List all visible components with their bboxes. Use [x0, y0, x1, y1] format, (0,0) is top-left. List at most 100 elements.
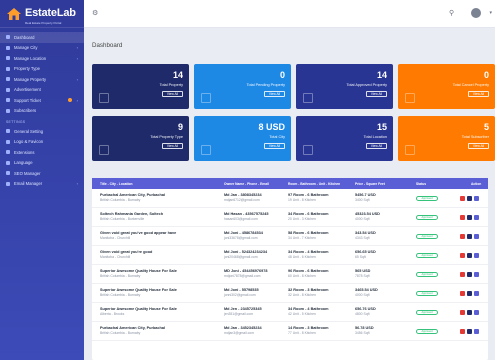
sidebar-item-label: Dashboard	[14, 34, 35, 40]
chevron-down-icon[interactable]: ▾	[489, 10, 492, 16]
sidebar-item-property-type[interactable]: Property Type	[0, 64, 84, 75]
chevron-right-icon: ›	[76, 181, 78, 187]
card-building-icon	[303, 93, 313, 103]
email-icon	[6, 181, 10, 186]
sidebar: EstateLab Real Estate Property Portal Da…	[0, 0, 84, 360]
sidebar-item-email-manager[interactable]: Email Manager ›	[0, 179, 84, 190]
owner-email: mdjan3@gmail.com	[224, 331, 255, 335]
delete-icon[interactable]	[460, 253, 465, 258]
stat-card: 15 Total Location View All	[296, 116, 393, 161]
brand[interactable]: EstateLab Real Estate Property Portal	[0, 0, 84, 28]
sidebar-item-manage-location[interactable]: Manage Location ›	[0, 53, 84, 64]
view-all-button[interactable]: View All	[263, 143, 285, 149]
price-cell: 656.65 USD 65 Sqft	[355, 250, 376, 260]
delete-icon[interactable]	[460, 310, 465, 315]
sidebar-item-manage-property[interactable]: Manage Property ›	[0, 74, 84, 85]
sidebar-item-label: Property Type	[14, 66, 40, 72]
page-title: Dashboard	[92, 42, 123, 49]
stat-label: Total Subscriber	[461, 135, 489, 139]
stat-card: 0 Total Pending Property View All	[194, 64, 291, 109]
sidebar-item-label: Manage Location	[14, 55, 47, 61]
sidebar-item-logo-favicon[interactable]: Logo & Favicon	[0, 137, 84, 148]
view-all-button[interactable]: View All	[161, 143, 183, 149]
owner-email: joni33678@gmail.com	[224, 236, 258, 240]
property-location: British Columbia - Burnaby	[100, 293, 141, 297]
view-all-button[interactable]: View All	[365, 91, 387, 97]
edit-icon[interactable]	[474, 196, 479, 201]
chevron-right-icon: ›	[76, 55, 78, 61]
sidebar-item-extensions[interactable]: Extensions	[0, 147, 84, 158]
property-location: Manitoba - Churchill	[100, 236, 131, 240]
stat-value: 0	[279, 70, 285, 80]
sidebar-item-subscribers[interactable]: Subscribers	[0, 106, 84, 117]
card-building-icon	[201, 145, 211, 155]
extensions-icon	[6, 150, 10, 155]
delete-icon[interactable]	[460, 272, 465, 277]
table-row: Superior Awesome Quality House For Sale B…	[92, 265, 488, 284]
stat-card: 14 Total Property View All	[92, 64, 189, 109]
view-icon[interactable]	[467, 253, 472, 258]
view-all-button[interactable]: View All	[467, 143, 489, 149]
view-icon[interactable]	[467, 272, 472, 277]
view-all-button[interactable]: View All	[161, 91, 183, 97]
sidebar-item-support-ticket[interactable]: Support Ticket ›	[0, 95, 84, 106]
location-icon	[6, 56, 10, 61]
view-all-button[interactable]: View All	[365, 143, 387, 149]
stat-label: Total City	[269, 135, 285, 139]
stat-card: 8 USD Total City View All	[194, 116, 291, 161]
ad-icon	[6, 87, 10, 92]
edit-icon[interactable]	[474, 253, 479, 258]
delete-icon[interactable]	[460, 291, 465, 296]
rooms-cell: 14 Room - 3 Bathroom 77 Unit - 8 Kitchen	[288, 326, 329, 336]
search-icon[interactable]: ⚲	[449, 10, 457, 18]
delete-icon[interactable]	[460, 329, 465, 334]
edit-icon[interactable]	[474, 329, 479, 334]
stat-value: 5	[483, 122, 489, 132]
owner-email: hasan603@gmail.com	[224, 217, 258, 221]
sidebar-item-label: Extensions	[14, 149, 35, 155]
sidebar-item-general-setting[interactable]: General Setting	[0, 126, 84, 137]
stat-card: 14 Total Approved Property View All	[296, 64, 393, 109]
edit-icon[interactable]	[474, 291, 479, 296]
edit-icon[interactable]	[474, 272, 479, 277]
card-building-icon	[405, 93, 415, 103]
title-cell: Purbachal American City, Purbachal Britis…	[100, 326, 165, 336]
owner-cell: Md Jan - 3452345234 mdjan3@gmail.com	[224, 326, 262, 336]
delete-icon[interactable]	[460, 234, 465, 239]
delete-icon[interactable]	[460, 215, 465, 220]
avatar[interactable]	[471, 8, 481, 18]
title-cell: Superior Awesome Quality House For Sale B…	[100, 269, 177, 279]
card-building-icon	[303, 145, 313, 155]
price-cell: 56.78 USD 3456 Sqft	[355, 326, 374, 336]
status-badge: Approved	[416, 196, 438, 201]
square-feet: 4000 Sqft	[355, 293, 370, 297]
edit-icon[interactable]	[474, 234, 479, 239]
delete-icon[interactable]	[460, 196, 465, 201]
sidebar-item-dashboard[interactable]: Dashboard	[0, 32, 84, 43]
sidebar-item-language[interactable]: Language	[0, 158, 84, 169]
view-icon[interactable]	[467, 215, 472, 220]
view-icon[interactable]	[467, 291, 472, 296]
price-cell: 3465.54 USD 4000 Sqft	[355, 288, 378, 298]
edit-icon[interactable]	[474, 310, 479, 315]
view-icon[interactable]	[467, 234, 472, 239]
sidebar-item-advertisement[interactable]: Advertisement	[0, 85, 84, 96]
property-location: British Columbia - Burnaby	[100, 274, 141, 278]
view-icon[interactable]	[467, 329, 472, 334]
view-icon[interactable]	[467, 310, 472, 315]
sidebar-item-manage-city[interactable]: Manage City ›	[0, 43, 84, 54]
sidebar-item-label: Language	[14, 160, 33, 166]
sidebar-item-seo-manager[interactable]: SEO Manager	[0, 168, 84, 179]
stat-value: 14	[376, 70, 387, 80]
view-all-button[interactable]: View All	[263, 91, 285, 97]
settings-gear-icon[interactable]: ⚙	[92, 10, 100, 18]
column-header-price: Price - Square Feet	[355, 181, 385, 186]
units-kitchens: 19 Unit - 8 Kitchen	[288, 198, 316, 202]
owner-email: joni20468@gmail.com	[224, 255, 258, 259]
view-all-button[interactable]: View All	[467, 91, 489, 97]
rooms-cell: 97 Room - 6 Bathroom 19 Unit - 8 Kitchen	[288, 193, 329, 203]
owner-email: jonni302@gmail.com	[224, 293, 256, 297]
view-icon[interactable]	[467, 196, 472, 201]
square-feet: 4800 Sqft	[355, 312, 370, 316]
edit-icon[interactable]	[474, 215, 479, 220]
